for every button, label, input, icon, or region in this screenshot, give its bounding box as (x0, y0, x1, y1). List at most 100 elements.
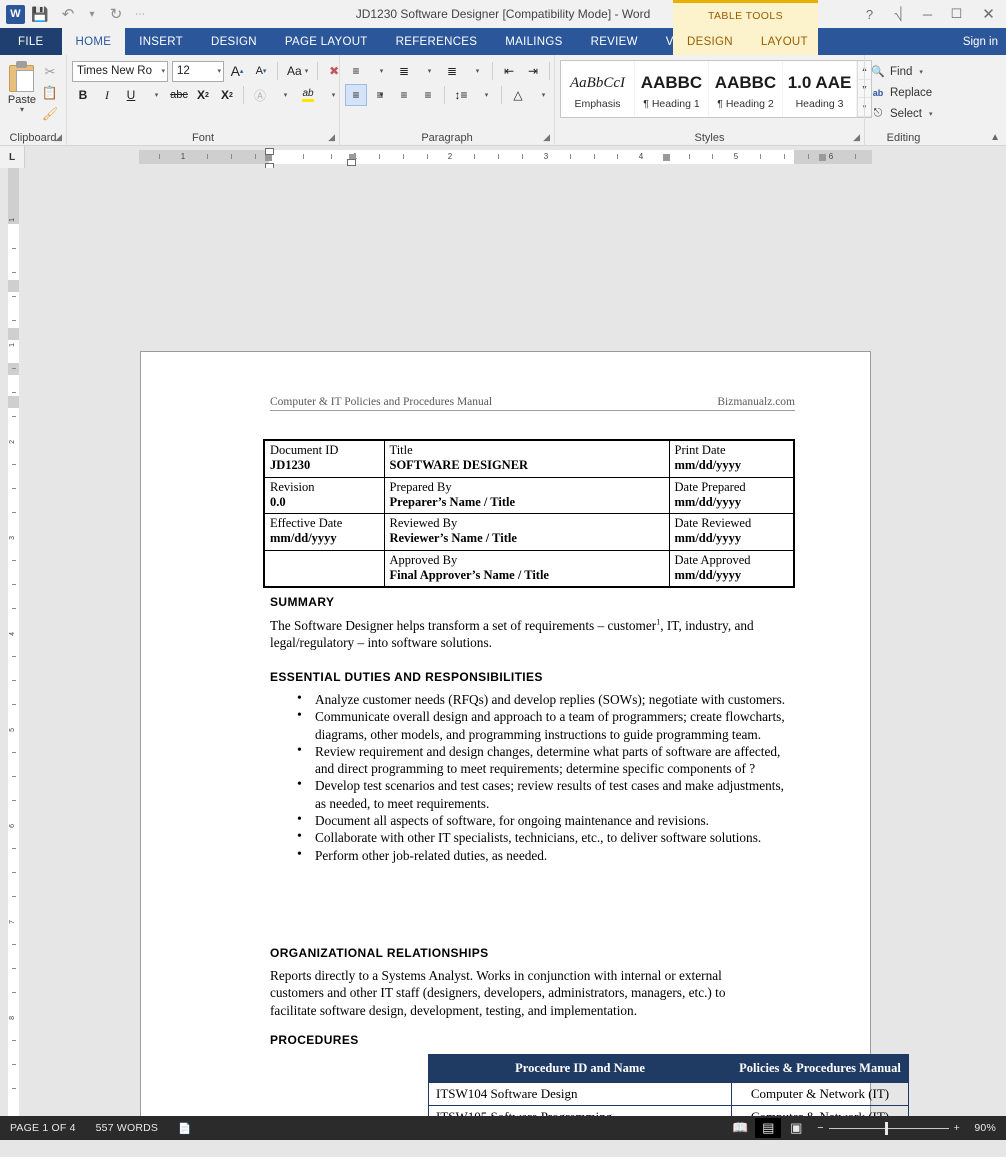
shading-button[interactable]: △ (507, 84, 529, 106)
numbering-button[interactable]: ≣ (393, 60, 415, 82)
info-cell-revision[interactable]: Revision 0.0 (263, 476, 385, 514)
styles-dialog-launcher-icon[interactable]: ◢ (853, 132, 860, 143)
print-layout-button[interactable]: ▤ (755, 1118, 782, 1138)
tab-table-layout[interactable]: LAYOUT (747, 28, 822, 55)
info-cell-print-date[interactable]: Print Date mm/dd/yyyy (668, 439, 795, 478)
tab-stop-marker[interactable] (265, 154, 272, 161)
restore-button[interactable]: ☐ (942, 0, 971, 28)
shading-dropdown-icon[interactable]: ▾ (531, 84, 553, 106)
chevron-down-icon[interactable]: ▾ (926, 110, 933, 118)
tab-selector-button[interactable]: L (0, 146, 25, 168)
document-workspace[interactable]: 1 1 2 3 4 5 6 7 8 Computer & IT Policies… (0, 168, 1006, 1116)
shrink-font-button[interactable]: A ▾ (250, 60, 272, 82)
tab-page-layout[interactable]: PAGE LAYOUT (271, 28, 382, 55)
zoom-slider[interactable]: − + (817, 1121, 960, 1135)
font-dialog-launcher-icon[interactable]: ◢ (328, 132, 335, 143)
style-emphasis[interactable]: AaBbCcI Emphasis (561, 61, 635, 117)
table-row[interactable]: ITSW104 Software Design Computer & Netwo… (428, 1082, 909, 1106)
decrease-indent-button[interactable]: ⇤ (498, 60, 520, 82)
strikethrough-button[interactable]: abc (168, 84, 190, 106)
align-left-button[interactable]: ≡ (345, 84, 367, 106)
ruler-strip[interactable]: 1 1 2 3 4 5 6 (139, 148, 872, 170)
tab-review[interactable]: REVIEW (577, 28, 652, 55)
save-icon[interactable]: 💾 (27, 1, 53, 27)
tab-insert[interactable]: INSERT (125, 28, 197, 55)
redo-icon[interactable]: ↻ (103, 1, 129, 27)
bullets-button[interactable]: ≡ (345, 60, 367, 82)
document-info-table[interactable]: Document ID JD1230 Title SOFTWARE DESIGN… (263, 439, 795, 588)
info-cell-approved-by[interactable]: Approved By Final Approver’s Name / Titl… (383, 549, 670, 588)
tab-stop-marker[interactable] (819, 154, 826, 161)
align-center-button[interactable]: ≡ (369, 84, 391, 106)
style-heading-1[interactable]: AABBC ¶ Heading 1 (635, 61, 709, 117)
select-button[interactable]: ⎋ Select ▾ (870, 104, 933, 123)
text-effects-button[interactable]: Ⓐ (249, 84, 271, 106)
word-count[interactable]: 557 WORDS (86, 1116, 168, 1140)
procedures-table[interactable]: Procedure ID and Name Policies & Procedu… (428, 1054, 909, 1116)
format-painter-icon[interactable]: 🖌 (39, 104, 61, 124)
info-cell-title[interactable]: Title SOFTWARE DESIGNER (383, 439, 670, 478)
info-cell-document-id[interactable]: Document ID JD1230 (263, 439, 385, 478)
align-right-button[interactable]: ≡ (393, 84, 415, 106)
first-line-indent-marker[interactable] (265, 148, 274, 155)
font-name-input[interactable]: Times New Ro ▾ (72, 60, 168, 82)
superscript-button[interactable]: X2 (216, 84, 238, 106)
change-case-button[interactable]: Aa ▾ (283, 60, 312, 82)
style-heading-2[interactable]: AABBC ¶ Heading 2 (709, 61, 783, 117)
line-spacing-button[interactable]: ↕≡ (450, 84, 472, 106)
cut-icon[interactable]: ✂ (39, 62, 61, 82)
text-effects-dropdown-icon[interactable]: ▾ (273, 84, 295, 106)
table-row[interactable]: Effective Date mm/dd/yyyy Reviewed By Re… (263, 513, 795, 551)
copy-icon[interactable]: 📋 (39, 83, 61, 103)
info-cell-prepared-by[interactable]: Prepared By Preparer’s Name / Title (383, 476, 670, 514)
increase-indent-button[interactable]: ⇥ (522, 60, 544, 82)
table-row[interactable]: ITSW105 Software Programming Computer & … (428, 1105, 909, 1116)
chevron-down-icon[interactable]: ▾ (214, 67, 221, 75)
document-page[interactable]: Computer & IT Policies and Procedures Ma… (140, 351, 909, 1116)
info-cell-date-approved[interactable]: Date Approved mm/dd/yyyy (668, 549, 795, 588)
find-button[interactable]: 🔍 Find ▾ (870, 62, 923, 81)
ribbon-display-options-button[interactable]: ⎷ (884, 0, 913, 28)
numbering-dropdown-icon[interactable]: ▾ (417, 60, 439, 82)
web-layout-button[interactable]: ▣ (783, 1118, 809, 1138)
font-size-input[interactable]: 12 ▾ (172, 60, 224, 82)
underline-dropdown-icon[interactable]: ▾ (144, 84, 166, 106)
tab-mailings[interactable]: MAILINGS (491, 28, 576, 55)
page-indicator[interactable]: PAGE 1 OF 4 (0, 1116, 86, 1140)
chevron-down-icon[interactable]: ▾ (158, 67, 165, 75)
horizontal-ruler[interactable]: L 1 1 2 3 4 5 6 (0, 146, 1006, 170)
help-button[interactable]: ? (855, 0, 884, 28)
underline-button[interactable]: U (120, 84, 142, 106)
zoom-track[interactable] (828, 1121, 949, 1135)
tab-home[interactable]: HOME (61, 28, 126, 55)
tab-references[interactable]: REFERENCES (382, 28, 492, 55)
clipboard-dialog-launcher-icon[interactable]: ◢ (55, 132, 62, 143)
info-cell-effective-date[interactable]: Effective Date mm/dd/yyyy (263, 513, 385, 551)
undo-icon[interactable]: ↶ (55, 1, 81, 27)
chevron-down-icon[interactable]: ▾ (916, 68, 923, 76)
info-cell-date-reviewed[interactable]: Date Reviewed mm/dd/yyyy (668, 513, 795, 551)
info-cell-reviewed-by[interactable]: Reviewed By Reviewer’s Name / Title (383, 513, 670, 551)
table-row[interactable]: Approved By Final Approver’s Name / Titl… (263, 549, 795, 588)
sign-in-link[interactable]: Sign in (963, 28, 998, 55)
close-button[interactable]: ✕ (971, 0, 1006, 28)
zoom-handle[interactable] (884, 1121, 888, 1135)
proofing-errors-icon[interactable]: 📄 (168, 1116, 201, 1140)
style-heading-3[interactable]: 1.0 AAE Heading 3 (783, 61, 857, 117)
vertical-ruler[interactable]: 1 1 2 3 4 5 6 7 8 (0, 168, 25, 1116)
replace-button[interactable]: ab Replace (870, 83, 932, 102)
hanging-indent-marker[interactable] (347, 159, 356, 166)
tab-design[interactable]: DESIGN (197, 28, 271, 55)
info-cell-date-prepared[interactable]: Date Prepared mm/dd/yyyy (668, 476, 795, 514)
table-row[interactable]: Revision 0.0 Prepared By Preparer’s Name… (263, 476, 795, 514)
table-row[interactable]: Document ID JD1230 Title SOFTWARE DESIGN… (263, 439, 795, 478)
paste-button[interactable]: Paste ▾ (5, 59, 39, 114)
tab-file[interactable]: FILE (0, 28, 62, 55)
line-spacing-dropdown-icon[interactable]: ▾ (474, 84, 496, 106)
info-cell-empty[interactable] (263, 549, 385, 588)
justify-button[interactable]: ≡ (417, 84, 439, 106)
read-mode-button[interactable]: 📖 (727, 1118, 753, 1138)
bullets-dropdown-icon[interactable]: ▾ (369, 60, 391, 82)
minimize-button[interactable]: ─ (913, 0, 942, 28)
italic-button[interactable]: I (96, 84, 118, 106)
